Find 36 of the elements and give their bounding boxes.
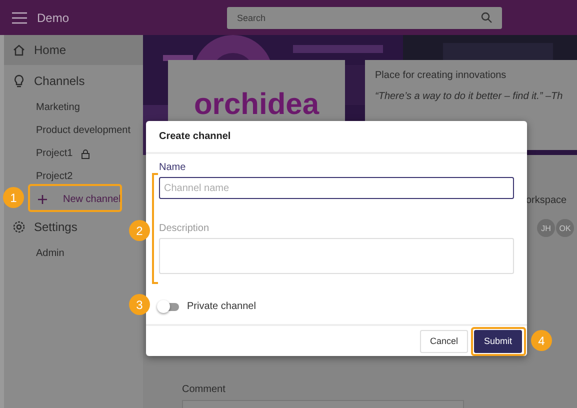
highlight-frame bbox=[471, 327, 526, 356]
search-field[interactable]: Search bbox=[227, 6, 502, 28]
sidebar-item[interactable]: Channels bbox=[4, 65, 91, 96]
avatar: OK bbox=[556, 219, 574, 237]
comment-label: Comment bbox=[182, 384, 226, 395]
avatar: JH bbox=[537, 219, 555, 237]
menu-icon[interactable] bbox=[12, 12, 27, 24]
cancel-button[interactable]: Cancel bbox=[420, 330, 468, 352]
field-label: Name bbox=[159, 162, 187, 173]
description-text: Place for creating innovations bbox=[375, 70, 508, 81]
sidebar-item[interactable]: Project1 bbox=[4, 142, 96, 165]
dialog-title: Create channel bbox=[159, 131, 231, 142]
sidebar-item[interactable]: Home bbox=[4, 35, 143, 65]
description-field[interactable] bbox=[159, 238, 514, 274]
app-title: Demo bbox=[37, 10, 70, 24]
submit-button[interactable]: Submit bbox=[474, 330, 522, 352]
home-icon bbox=[12, 43, 26, 57]
lightbulb-icon bbox=[12, 74, 26, 88]
lock-icon bbox=[80, 148, 90, 158]
plus-icon bbox=[38, 195, 47, 204]
sidebar-item[interactable]: Marketing bbox=[4, 96, 86, 119]
name-field[interactable]: Channel name bbox=[159, 177, 514, 199]
toggle-label: Private channel bbox=[187, 301, 256, 312]
workspace-label: orkspace bbox=[526, 195, 567, 206]
logo: orchidea bbox=[194, 88, 320, 122]
field-label: Description bbox=[159, 223, 210, 234]
sidebar-item[interactable]: Project2 bbox=[4, 165, 79, 188]
sidebar-item[interactable]: Product development bbox=[4, 119, 137, 142]
sidebar-item[interactable]: Settings bbox=[4, 211, 84, 242]
private-toggle[interactable] bbox=[159, 302, 179, 310]
step-badge: 4 bbox=[531, 330, 552, 351]
search-icon[interactable] bbox=[481, 12, 492, 23]
gear-icon bbox=[12, 220, 26, 234]
quote-text: “There’s a way to do it better – find it.” –Th bbox=[375, 91, 564, 102]
sidebar-item[interactable]: Admin bbox=[4, 242, 70, 265]
new-channel-item[interactable]: New channel bbox=[34, 188, 127, 211]
